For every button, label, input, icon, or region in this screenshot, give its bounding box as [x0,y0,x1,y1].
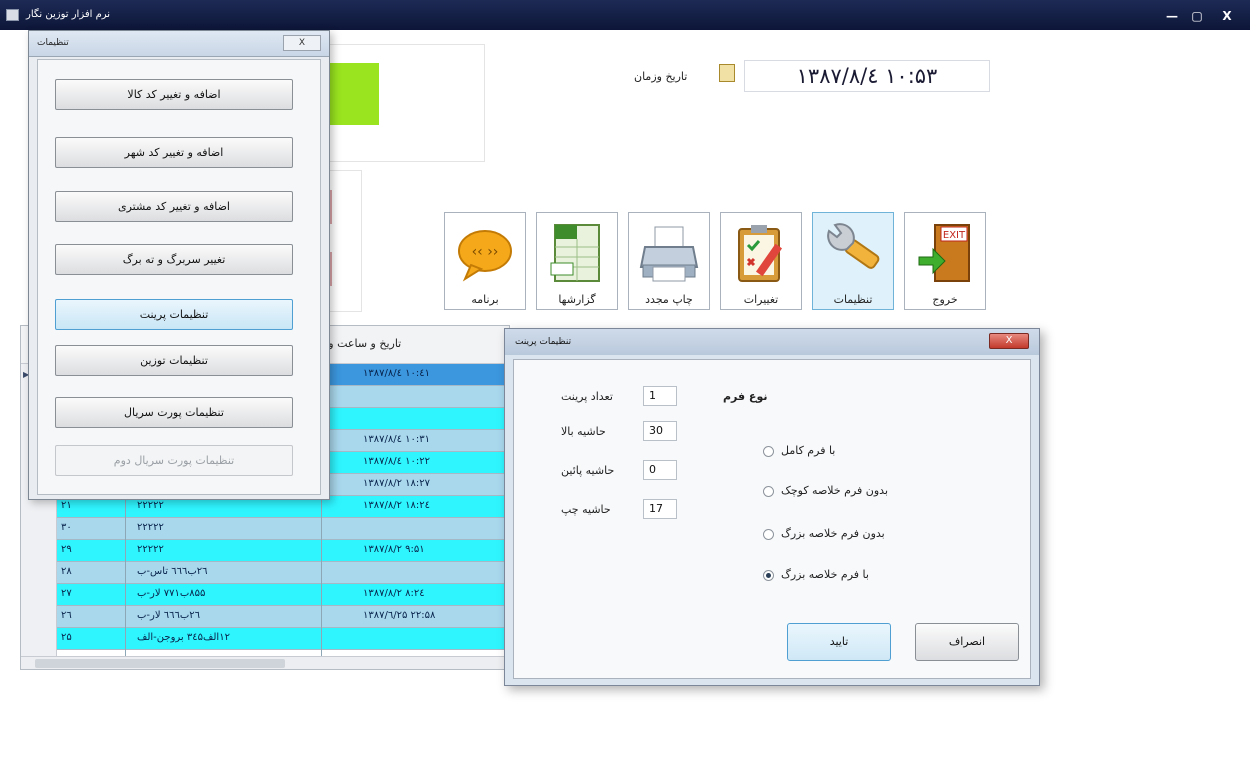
excel-report-icon [550,224,600,282]
app-icon [6,9,19,21]
form-type-label: نوع فرم [723,390,768,403]
no-small-summary-label[interactable]: بدون فرم خلاصه کوچک [781,484,888,497]
horizontal-scrollbar[interactable] [21,656,509,669]
left-margin-input[interactable]: 17 [643,499,677,519]
bottom-margin-input[interactable]: 0 [643,460,677,480]
settings-dialog-title: تنظیمات [37,38,69,48]
table-cell-plate: ۲۲۲۲۲ [137,544,164,555]
changes-button[interactable]: تغییرات [720,212,802,310]
customer-code-button[interactable]: اضافه و تغییر کد مشتری [55,191,293,222]
svg-text:EXIT: EXIT [943,230,966,241]
table-cell-datetime: ۱۳۸۷/۸/٤ ۱۰:۲۲ [363,456,431,467]
print-count-label: تعداد پرینت [561,390,613,403]
city-code-button[interactable]: اضافه و تغییر کد شهر [55,137,293,168]
column-header-datetime[interactable]: تاریخ و ساعت ور [323,337,401,350]
settings-dialog: تنظیمات X اضافه و تغییر کد کالا اضافه و … [28,30,330,500]
printer-icon [639,226,699,282]
table-cell-id: ۲۷ [61,588,72,599]
table-cell-id: ۲۵ [61,632,72,643]
calendar-icon [719,64,735,82]
top-margin-input[interactable]: 30 [643,421,677,441]
changes-button-label: تغییرات [743,293,779,306]
table-cell-id: ۲٦ [61,610,72,621]
window-title: نرم افزار توزین نگار [26,9,111,20]
scrollbar-thumb[interactable] [35,659,285,668]
table-cell-id: ۲۹ [61,544,72,555]
print-count-input[interactable]: 1 [643,386,677,406]
table-cell-datetime: ۱۳۸۷/۸/۲ ۱۸:۲۷ [363,478,430,489]
print-dialog-title: تنظیمات پرینت [515,337,572,347]
datetime-label: تاریخ وزمان [634,70,688,83]
full-form-radio[interactable] [763,446,774,457]
print-settings-dialog: تنظیمات پرینت X تعداد پرینت 1 حاشیه بالا… [504,328,1040,686]
table-cell-id: ۳۰ [61,522,72,533]
maximize-button[interactable]: ▢ [1186,8,1208,24]
exit-door-icon: EXIT [918,224,970,282]
cancel-button[interactable]: انصراف [915,623,1019,661]
minimize-button[interactable]: — [1162,8,1182,24]
settings-button[interactable]: تنظیمات [812,212,894,310]
exit-button-label: خروج [932,293,958,306]
serial-port-settings-button[interactable]: تنظیمات پورت سریال [55,397,293,428]
table-cell-datetime: ۱۳۸۷/۸/۲ ۱۸:۲٤ [363,500,431,511]
wrench-settings-icon [827,223,880,269]
table-cell-datetime: ۱۳۸۷/۸/٤ ۱۰:۳۱ [363,434,431,445]
bottom-margin-label: حاشیه پائین [561,464,615,477]
second-serial-port-settings-button: تنظیمات پورت سریال دوم [55,445,293,476]
reprint-button-label: چاپ مجدد [645,293,693,306]
full-form-label[interactable]: با فرم کامل [781,444,835,457]
top-margin-label: حاشیه بالا [561,425,606,438]
svg-text:‹‹ ››: ‹‹ ›› [472,244,499,260]
large-summary-label[interactable]: با فرم خلاصه بزرگ [781,568,869,581]
table-cell-plate: ۱۲الف۳٤۵ بروجن-الف [137,632,230,643]
app-window: نرم افزار توزین نگار — ▢ X تاریخ وزمان ۱… [0,0,1250,780]
about-speech-icon: ‹‹ ›› [458,230,512,282]
product-code-button[interactable]: اضافه و تغییر کد کالا [55,79,293,110]
clipboard-edit-icon [738,225,783,282]
print-dialog-caption: تنظیمات پرینت X [505,329,1039,355]
table-cell-datetime: ۱۳۸۷/۸/۲ ۸:۲٤ [363,588,425,599]
reprint-button[interactable]: چاپ مجدد [628,212,710,310]
settings-dialog-caption: تنظیمات X [29,31,329,57]
table-cell-plate: ۲٦ب٦٦٦ لار-ب [137,610,201,621]
table-cell-plate: ۲٦ب٦٦٦ تاس-ب [137,566,208,577]
large-summary-radio[interactable] [763,570,774,581]
print-dialog-close-button[interactable]: X [989,333,1029,349]
no-large-summary-radio[interactable] [763,529,774,540]
table-cell-datetime: ۱۳۸۷/۸/٤ ۱۰:٤۱ [363,368,431,379]
settings-dialog-body [37,59,321,495]
print-settings-button[interactable]: تنظیمات پرینت [55,299,293,330]
no-small-summary-radio[interactable] [763,486,774,497]
settings-button-label: تنظیمات [833,293,873,306]
reports-button-label: گزارشها [558,293,596,306]
table-cell-plate: ۸۵۵ب۷۷۱ لار-ب [137,588,206,599]
no-large-summary-label[interactable]: بدون فرم خلاصه بزرگ [781,527,885,540]
reports-button[interactable]: گزارشها [536,212,618,310]
exit-button[interactable]: EXIT خروج [904,212,986,310]
ok-button[interactable]: تایید [787,623,891,661]
close-button[interactable]: X [1212,8,1242,24]
about-button[interactable]: ‹‹ ›› برنامه [444,212,526,310]
table-cell-id: ۲۸ [61,566,72,577]
table-cell-id: ۲۱ [61,500,72,511]
table-cell-plate: ۲۲۲۲۲ [137,500,164,511]
left-margin-label: حاشیه چپ [561,503,611,516]
datetime-display: ۱۳۸۷/۸/٤ ۱۰:۵۳ [744,60,990,92]
settings-dialog-close-button[interactable]: X [283,35,321,51]
window-title-bar: نرم افزار توزین نگار — ▢ X [0,0,1250,30]
weighing-settings-button[interactable]: تنظیمات توزین [55,345,293,376]
table-cell-plate: ۲۲۲۲۲ [137,522,164,533]
about-button-label: برنامه [471,293,499,306]
header-footer-button[interactable]: تغییر سربرگ و ته برگ [55,244,293,275]
table-cell-datetime: ۱۳۸۷/٦/۲۵ ۲۲:۵۸ [363,610,436,621]
table-cell-datetime: ۱۳۸۷/۸/۲ ۹:۵۱ [363,544,425,555]
